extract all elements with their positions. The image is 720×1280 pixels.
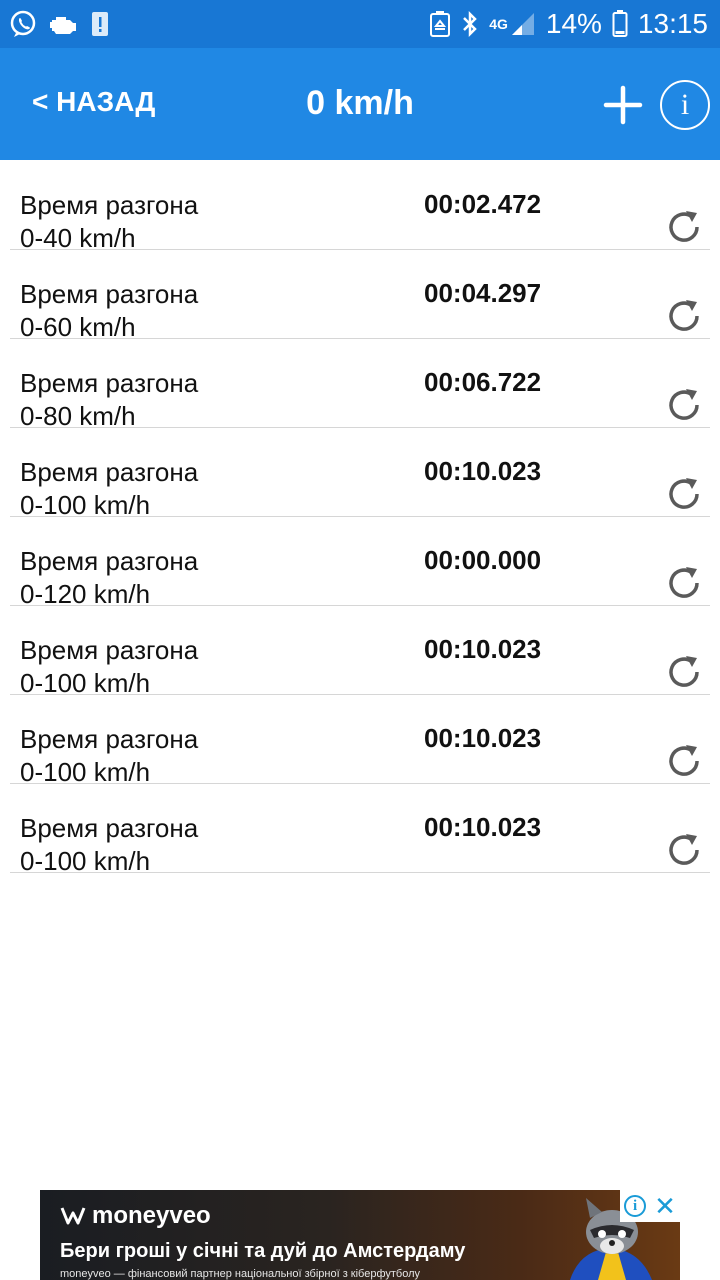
refresh-icon: [669, 656, 699, 687]
clock: 13:15: [637, 8, 708, 39]
engine-check-icon: [48, 12, 80, 36]
row-label: Время разгона 0-40 km/h: [20, 189, 198, 255]
plus-icon: [603, 85, 643, 125]
ad-logo: moneyveo: [60, 1202, 211, 1230]
4g-signal-icon: 4G: [489, 11, 536, 37]
ad-banner[interactable]: moneyveo Бери гроші у січні та дуй до Ам…: [40, 1190, 680, 1280]
status-bar: 4G 14% 13:15: [0, 0, 720, 48]
row-title: Время разгона: [20, 457, 199, 487]
row-label: Время разгона 0-100 km/h: [20, 456, 198, 522]
ad-info-icon[interactable]: i: [624, 1195, 647, 1217]
ad-headline: Бери гроші у січні та дуй до Амстердаму: [60, 1240, 466, 1262]
list-item: Время разгона 0-120 km/h 00:00.000: [10, 517, 710, 609]
reset-button[interactable]: [664, 563, 704, 603]
row-label: Время разгона 0-100 km/h: [20, 634, 198, 700]
bluetooth-icon: [461, 10, 479, 38]
row-time: 00:00.000: [424, 545, 542, 575]
viber-icon: [8, 9, 38, 39]
reset-button[interactable]: [664, 296, 704, 336]
info-icon: i: [680, 88, 690, 121]
status-bar-right: 4G 14% 13:15: [429, 8, 708, 40]
row-label: Время разгона 0-120 km/h: [20, 545, 198, 611]
reset-button[interactable]: [664, 385, 704, 425]
battery-icon: [612, 10, 628, 38]
list-item: Время разгона 0-100 km/h 00:10.023: [10, 428, 710, 520]
list-item: Время разгона 0-100 km/h 00:10.023: [10, 695, 710, 787]
status-bar-left: [8, 9, 110, 39]
row-label: Время разгона 0-100 km/h: [20, 812, 198, 878]
refresh-icon: [669, 567, 699, 598]
list-item: Время разгона 0-100 km/h 00:10.023: [10, 784, 710, 876]
refresh-icon: [669, 834, 699, 865]
list-item: Время разгона 0-40 km/h 00:02.472: [10, 161, 710, 253]
row-label: Время разгона 0-60 km/h: [20, 278, 198, 344]
row-title: Время разгона: [20, 635, 199, 665]
row-time: 00:10.023: [424, 634, 542, 664]
row-title: Время разгона: [20, 368, 199, 398]
list-item: Время разгона 0-80 km/h 00:06.722: [10, 339, 710, 431]
row-title: Время разгона: [20, 279, 199, 309]
reset-button[interactable]: [664, 830, 704, 870]
row-time: 00:04.297: [424, 278, 542, 308]
ad-close-icon[interactable]: ✕: [654, 1193, 676, 1219]
acceleration-results-list: Время разгона 0-40 km/h 00:02.472 Время …: [10, 161, 710, 876]
info-button[interactable]: i: [660, 80, 710, 130]
row-time: 00:06.722: [424, 367, 542, 397]
battery-percent: 14%: [545, 8, 602, 39]
network-type-label: 4G: [489, 16, 508, 32]
refresh-icon: [669, 211, 699, 242]
reset-button[interactable]: [664, 474, 704, 514]
ad-brand: moneyveo: [92, 1202, 211, 1229]
refresh-icon: [669, 745, 699, 776]
ad-controls: i ✕: [620, 1190, 680, 1222]
list-item: Время разгона 0-60 km/h 00:04.297: [10, 250, 710, 342]
row-time: 00:10.023: [424, 812, 542, 842]
row-title: Время разгона: [20, 813, 199, 843]
row-label: Время разгона 0-100 km/h: [20, 723, 198, 789]
ad-subtext: moneyveo — фінансовий партнер національн…: [60, 1268, 421, 1280]
refresh-icon: [669, 478, 699, 509]
reset-button[interactable]: [664, 207, 704, 247]
reset-button[interactable]: [664, 652, 704, 692]
refresh-icon: [669, 300, 699, 331]
list-item: Время разгона 0-100 km/h 00:10.023: [10, 606, 710, 698]
row-title: Время разгона: [20, 546, 199, 576]
refresh-icon: [669, 389, 699, 420]
recycle-icon: [429, 10, 451, 38]
add-button[interactable]: [600, 82, 646, 128]
row-time: 00:10.023: [424, 723, 542, 753]
row-speed-range: 0-100 km/h: [20, 846, 151, 876]
row-title: Время разгона: [20, 724, 199, 754]
battery-alert-icon: [90, 10, 110, 38]
row-title: Время разгона: [20, 190, 199, 220]
app-bar: < НАЗАД 0 km/h i: [0, 48, 720, 160]
reset-button[interactable]: [664, 741, 704, 781]
row-time: 00:10.023: [424, 456, 542, 486]
back-button[interactable]: < НАЗАД: [32, 86, 155, 118]
moneyveo-logo-icon: [60, 1207, 86, 1225]
row-time: 00:02.472: [424, 189, 542, 219]
row-label: Время разгона 0-80 km/h: [20, 367, 198, 433]
